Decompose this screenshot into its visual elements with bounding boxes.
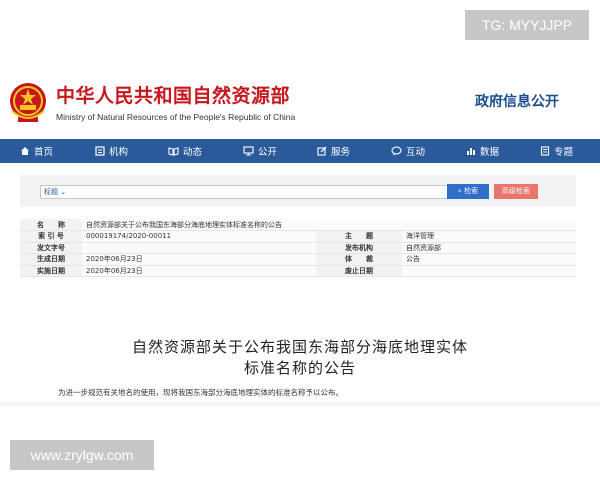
document-body-text: 为进一步规范有关地名的使用，现将我国东海部分海底地理实体的标准名称予以公布。 [58, 388, 343, 397]
meta-label-genre: 体 裁 [316, 253, 402, 266]
site-header: 中华人民共和国自然资源部 Ministry of Natural Resourc… [0, 75, 600, 130]
nav-item-interact[interactable]: 互动 [391, 139, 425, 163]
meta-label-name: 名 称 [20, 219, 82, 231]
meta-label-topic: 主 题 [316, 230, 402, 243]
organization-icon [95, 146, 105, 156]
nav-item-home[interactable]: 首页 [20, 139, 53, 163]
nav-item-organization[interactable]: 机构 [95, 139, 128, 163]
table-row: 名 称 自然资源部关于公布我国东海部分海底地理实体标准名称的公告 [20, 219, 576, 231]
meta-label-issuer: 发布机构 [316, 242, 402, 254]
site-name-chinese[interactable]: 中华人民共和国自然资源部 [56, 81, 290, 108]
nav-item-public[interactable]: 公开 [243, 139, 277, 163]
meta-label-docno: 发文字号 [20, 242, 82, 254]
meta-value-docno [82, 242, 316, 254]
meta-value-genre: 公告 [402, 253, 576, 266]
meta-value-created: 2020年06月23日 [82, 253, 316, 266]
document-meta-table: 名 称 自然资源部关于公布我国东海部分海底地理实体标准名称的公告 索 引 号 0… [20, 219, 576, 277]
nav-label: 专题 [554, 147, 574, 158]
meta-value-issuer: 自然资源部 [402, 242, 576, 254]
meta-label-effective: 实施日期 [20, 265, 82, 277]
meta-label-created: 生成日期 [20, 253, 82, 266]
meta-value-topic: 海洋管理 [402, 230, 576, 243]
document-title-line2: 标准名称的公告 [243, 359, 356, 377]
chevron-down-icon: ⌄ [58, 188, 67, 196]
meta-label-index: 索 引 号 [20, 230, 82, 243]
watermark-url: www.zrylgw.com [10, 440, 154, 470]
nav-label: 服务 [331, 147, 351, 158]
meta-label-abolish: 废止日期 [316, 265, 402, 277]
bar-chart-icon [467, 148, 475, 155]
nav-item-topic[interactable]: 专题 [540, 139, 573, 163]
meta-value-effective: 2020年06月23日 [82, 265, 316, 277]
nav-label: 公开 [258, 147, 278, 158]
monitor-icon [243, 146, 254, 156]
document-title-line1: 自然资源部关于公布我国东海部分海底地理实体 [131, 338, 468, 356]
national-emblem-icon [10, 83, 46, 122]
nav-label: 数据 [480, 147, 500, 158]
nav-label: 互动 [406, 147, 426, 158]
nav-item-news[interactable]: 动态 [168, 139, 202, 163]
meta-value-index: 000019174/2020-00011 [82, 230, 316, 243]
search-panel: 标题 ⌄ ⌕ 检索 高级检索 [20, 175, 576, 207]
advanced-search-button[interactable]: 高级检索 [494, 184, 538, 199]
site-name-english: Ministry of Natural Resources of the Peo… [56, 112, 296, 122]
tg-overlay-label: TG: MYYJJPP [465, 10, 589, 40]
meta-value-name: 自然资源部关于公布我国东海部分海底地理实体标准名称的公告 [82, 219, 576, 231]
nav-label: 动态 [183, 147, 203, 158]
gov-info-title[interactable]: 政府信息公开 [475, 91, 559, 111]
nav-item-service[interactable]: 服务 [317, 139, 350, 163]
edit-icon [317, 146, 327, 156]
table-row: 发文字号 发布机构 自然资源部 [20, 242, 576, 254]
nav-item-data[interactable]: 数据 [466, 139, 499, 163]
meta-value-abolish [402, 265, 576, 277]
nav-label: 首页 [34, 147, 54, 158]
chat-icon [391, 146, 402, 156]
table-row: 生成日期 2020年06月23日 体 裁 公告 [20, 253, 576, 266]
page-divider [0, 402, 600, 406]
search-select-label: 标题 [44, 188, 58, 196]
main-navbar: 首页 机构 动态 公开 服务 互动 数据 专题 [0, 139, 600, 163]
table-row: 实施日期 2020年06月23日 废止日期 [20, 265, 576, 277]
home-icon [21, 147, 29, 155]
search-field-select[interactable]: 标题 ⌄ [40, 185, 462, 199]
search-button[interactable]: ⌕ 检索 [447, 184, 489, 199]
table-row: 索 引 号 000019174/2020-00011 主 题 海洋管理 [20, 230, 576, 243]
nav-label: 机构 [109, 147, 129, 158]
document-icon [540, 146, 550, 156]
search-button-label: 检索 [464, 187, 479, 195]
book-icon [168, 147, 179, 156]
